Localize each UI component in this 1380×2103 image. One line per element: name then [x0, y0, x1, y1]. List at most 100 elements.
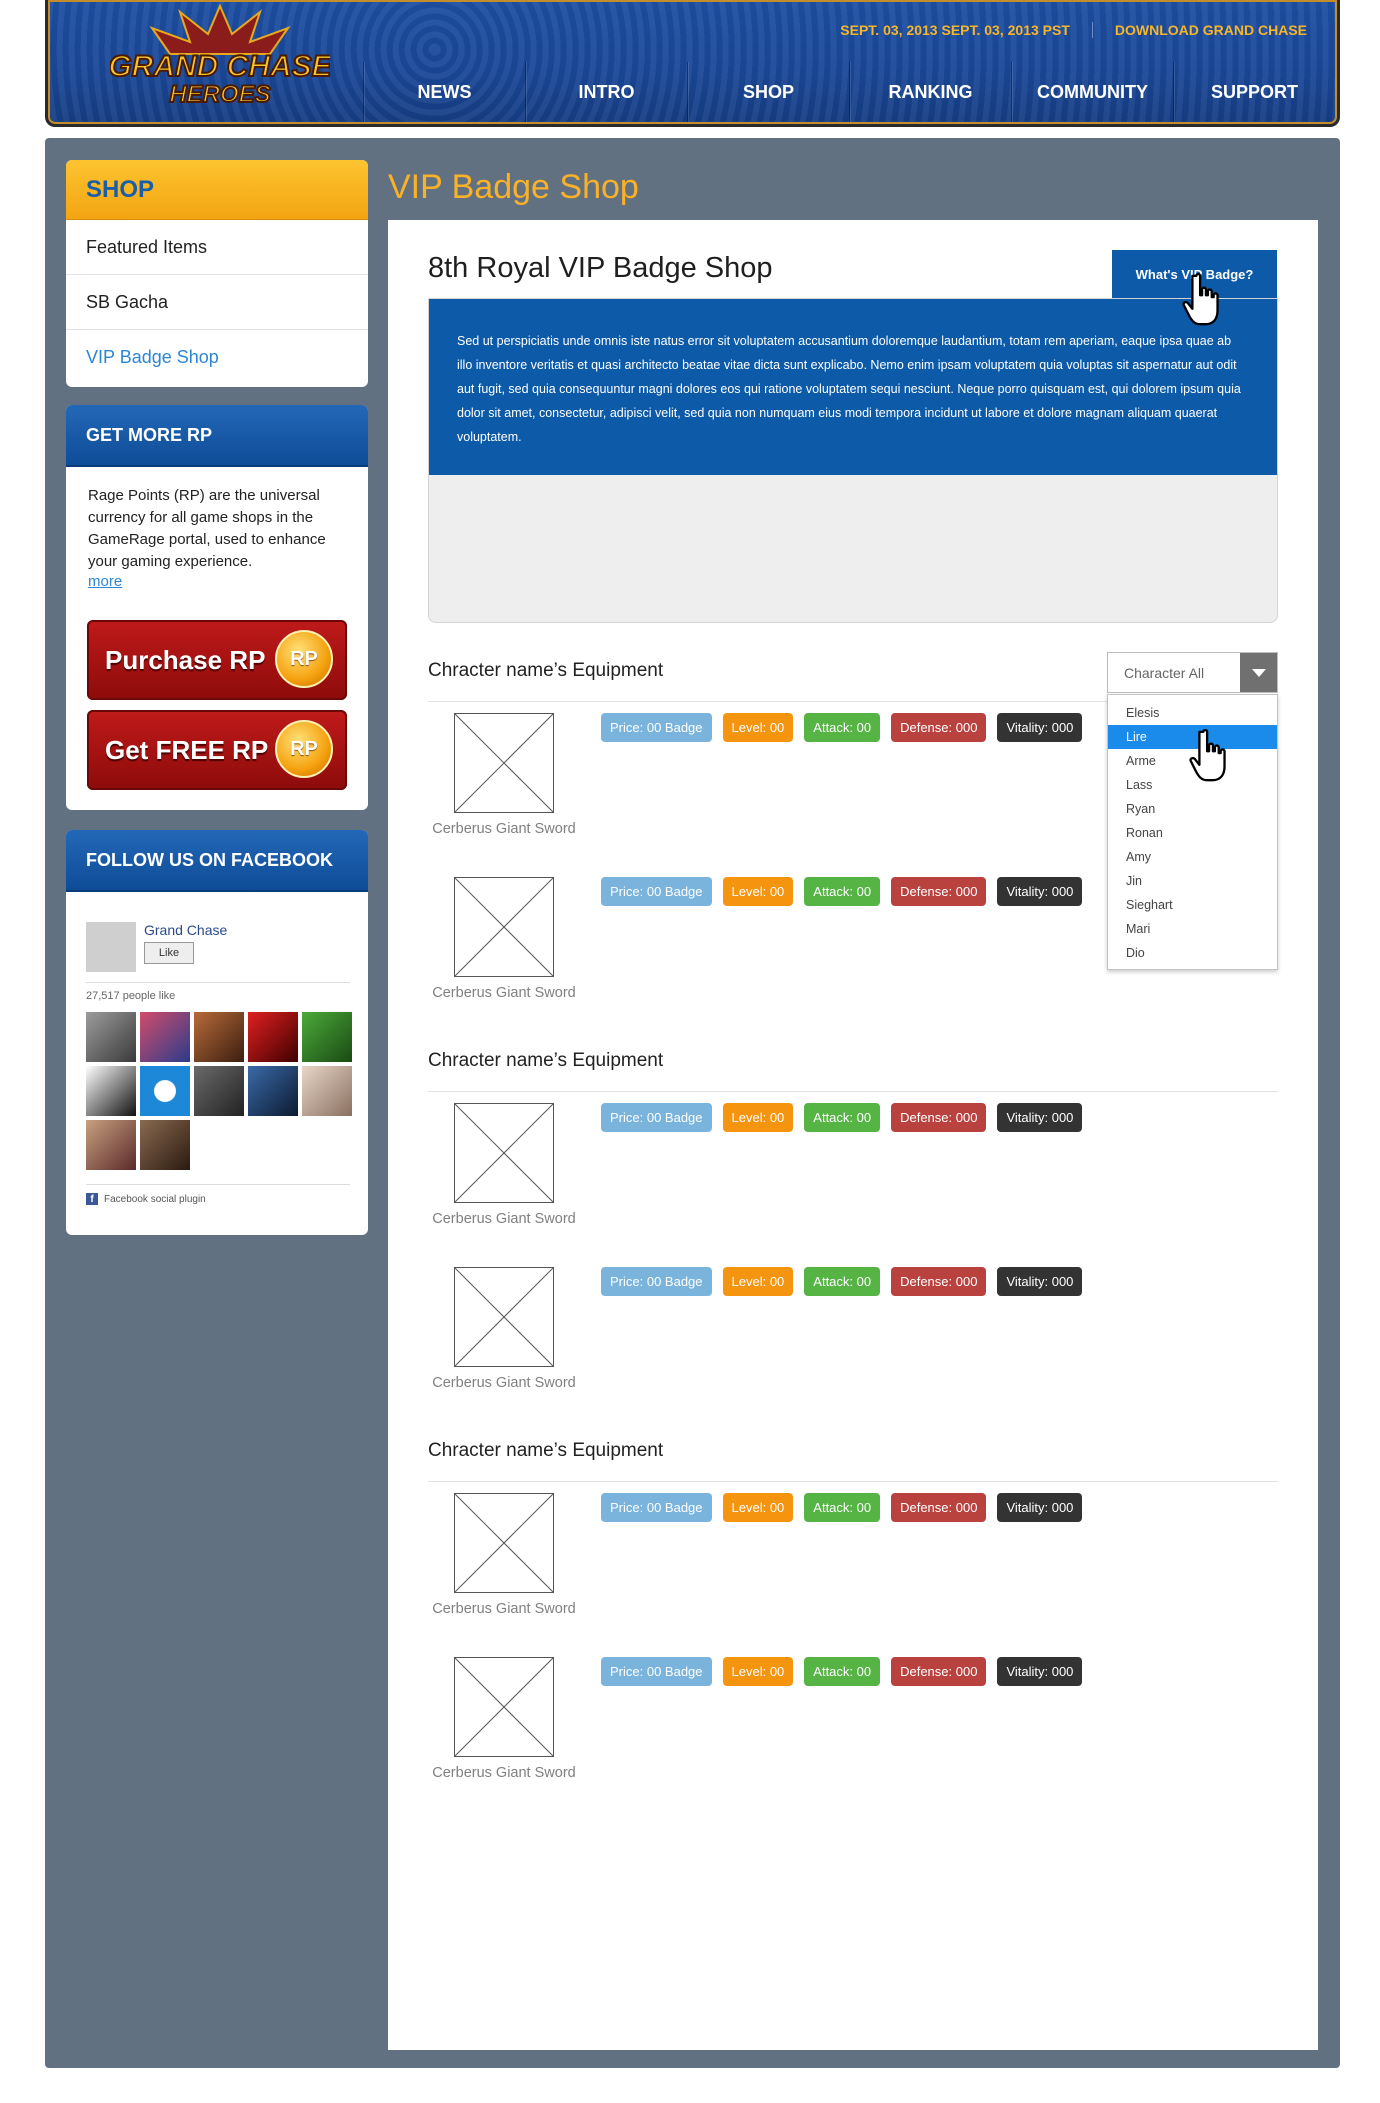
fan-avatar[interactable]	[302, 1012, 352, 1062]
vitality-badge: Vitality: 000	[997, 713, 1083, 742]
defense-badge: Defense: 000	[891, 1103, 987, 1132]
fan-avatar[interactable]	[86, 1066, 136, 1116]
defense-badge: Defense: 000	[891, 1493, 987, 1522]
nav-support[interactable]: SUPPORT	[1173, 62, 1335, 122]
menu-featured-items[interactable]: Featured Items	[66, 220, 368, 275]
image-placeholder-icon	[454, 1267, 554, 1367]
nav-ranking[interactable]: RANKING	[849, 62, 1011, 122]
fan-avatar[interactable]	[248, 1012, 298, 1062]
section-title: Chracter name’s Equipment	[428, 1050, 664, 1071]
menu-vip-badge-shop[interactable]: VIP Badge Shop	[66, 330, 368, 385]
nav-intro[interactable]: INTRO	[525, 62, 687, 122]
price-badge: Price: 00 Badge	[601, 1267, 712, 1296]
equipment-item[interactable]: Cerberus Giant Sword Price: 00 Badge Lev…	[428, 1657, 1278, 1807]
attack-badge: Attack: 00	[804, 713, 881, 742]
price-badge: Price: 00 Badge	[601, 1493, 712, 1522]
character-option-dio[interactable]: Dio	[1108, 941, 1277, 965]
fan-avatar[interactable]	[248, 1066, 298, 1116]
grand-chase-logo[interactable]: GRAND CHASE HEROES	[110, 4, 330, 114]
facebook-page-card: Grand Chase Like	[86, 922, 227, 972]
purchase-rp-button[interactable]: Purchase RP RP	[87, 620, 347, 700]
defense-badge: Defense: 000	[891, 713, 987, 742]
facebook-page-name[interactable]: Grand Chase	[144, 922, 227, 938]
rp-coin-icon: RP	[275, 720, 333, 778]
character-option-ronan[interactable]: Ronan	[1108, 821, 1277, 845]
facebook-plugin-label[interactable]: Facebook social plugin	[104, 1194, 206, 1205]
character-option-lass[interactable]: Lass	[1108, 773, 1277, 797]
shop-title: 8th Royal VIP Badge Shop	[428, 252, 773, 284]
fan-avatar[interactable]	[140, 1066, 190, 1116]
vitality-badge: Vitality: 000	[997, 1493, 1083, 1522]
divider	[86, 1184, 350, 1185]
fan-avatar[interactable]	[140, 1012, 190, 1062]
fan-avatar[interactable]	[86, 1120, 136, 1170]
nav-news[interactable]: NEWS	[363, 62, 525, 122]
item-stats: Price: 00 Badge Level: 00 Attack: 00 Def…	[601, 1103, 1083, 1132]
attack-badge: Attack: 00	[804, 1267, 881, 1296]
svg-text:HEROES: HEROES	[169, 81, 270, 108]
fan-avatar[interactable]	[86, 1012, 136, 1062]
character-option-amy[interactable]: Amy	[1108, 845, 1277, 869]
attack-badge: Attack: 00	[804, 1657, 881, 1686]
rp-description: Rage Points (RP) are the universal curre…	[88, 487, 326, 570]
equipment-item[interactable]: Cerberus Giant Sword Price: 00 Badge Lev…	[428, 1493, 1278, 1643]
facebook-like-button[interactable]: Like	[144, 942, 194, 964]
price-badge: Price: 00 Badge	[601, 877, 712, 906]
nav-community[interactable]: COMMUNITY	[1011, 62, 1173, 122]
fan-avatar[interactable]	[194, 1066, 244, 1116]
rp-coin-icon: RP	[275, 630, 333, 688]
equipment-item[interactable]: Cerberus Giant Sword Price: 00 Badge Lev…	[428, 1267, 1278, 1417]
intro-text-panel: Sed ut perspiciatis unde omnis iste natu…	[429, 299, 1277, 475]
whats-vip-badge-button[interactable]: What's VIP Badge?	[1112, 250, 1277, 298]
level-badge: Level: 00	[722, 713, 794, 742]
shop-menu-box: SHOP Featured Items SB Gacha VIP Badge S…	[66, 160, 368, 387]
image-placeholder-icon	[454, 1103, 554, 1203]
character-option-sieghart[interactable]: Sieghart	[1108, 893, 1277, 917]
character-option-lire[interactable]: Lire	[1108, 725, 1277, 749]
menu-sb-gacha[interactable]: SB Gacha	[66, 275, 368, 330]
dropdown-caret-icon[interactable]	[1240, 653, 1277, 692]
shop-menu-title: SHOP	[66, 160, 368, 220]
facebook-page-thumbnail[interactable]	[86, 922, 136, 972]
section-divider	[428, 1091, 1278, 1092]
download-link[interactable]: DOWNLOAD GRAND CHASE	[1093, 22, 1307, 38]
equipment-item[interactable]: Cerberus Giant Sword Price: 00 Badge Lev…	[428, 1103, 1278, 1253]
rp-more-link[interactable]: more	[66, 573, 368, 590]
item-stats: Price: 00 Badge Level: 00 Attack: 00 Def…	[601, 1657, 1083, 1686]
price-badge: Price: 00 Badge	[601, 1657, 712, 1686]
vitality-badge: Vitality: 000	[997, 877, 1083, 906]
image-placeholder-icon	[454, 1493, 554, 1593]
character-option-jin[interactable]: Jin	[1108, 869, 1277, 893]
item-name: Cerberus Giant Sword	[432, 1601, 576, 1617]
main-nav: NEWS INTRO SHOP RANKING COMMUNITY SUPPOR…	[363, 62, 1335, 122]
item-stats: Price: 00 Badge Level: 00 Attack: 00 Def…	[601, 877, 1083, 906]
site-header: GRAND CHASE HEROES SEPT. 03, 2013 SEPT. …	[45, 0, 1340, 127]
section-title: Chracter name’s Equipment	[428, 660, 664, 681]
vitality-badge: Vitality: 000	[997, 1103, 1083, 1132]
defense-badge: Defense: 000	[891, 1657, 987, 1686]
character-option-mari[interactable]: Mari	[1108, 917, 1277, 941]
facebook-box-title: FOLLOW US ON FACEBOOK	[66, 830, 368, 892]
character-option-elesis[interactable]: Elesis	[1108, 701, 1277, 725]
fan-avatar[interactable]	[194, 1012, 244, 1062]
get-free-rp-button[interactable]: Get FREE RP RP	[87, 710, 347, 790]
intro-text: Sed ut perspiciatis unde omnis iste natu…	[457, 334, 1241, 444]
purchase-rp-label: Purchase RP	[105, 644, 266, 675]
price-badge: Price: 00 Badge	[601, 1103, 712, 1132]
fan-avatar[interactable]	[140, 1120, 190, 1170]
level-badge: Level: 00	[722, 877, 794, 906]
intro-box: Sed ut perspiciatis unde omnis iste natu…	[428, 298, 1278, 623]
fan-avatar[interactable]	[302, 1066, 352, 1116]
item-name: Cerberus Giant Sword	[432, 821, 576, 837]
character-filter-value: Character All	[1124, 664, 1205, 681]
character-filter-select[interactable]: Character All	[1107, 652, 1278, 693]
item-stats: Price: 00 Badge Level: 00 Attack: 00 Def…	[601, 1493, 1083, 1522]
page-title: VIP Badge Shop	[388, 168, 639, 206]
character-option-arme[interactable]: Arme	[1108, 749, 1277, 773]
item-name: Cerberus Giant Sword	[432, 1375, 576, 1391]
character-option-ryan[interactable]: Ryan	[1108, 797, 1277, 821]
section-divider	[428, 1481, 1278, 1482]
attack-badge: Attack: 00	[804, 877, 881, 906]
nav-shop[interactable]: SHOP	[687, 62, 849, 122]
server-date: SEPT. 03, 2013 SEPT. 03, 2013 PST	[840, 22, 1093, 38]
